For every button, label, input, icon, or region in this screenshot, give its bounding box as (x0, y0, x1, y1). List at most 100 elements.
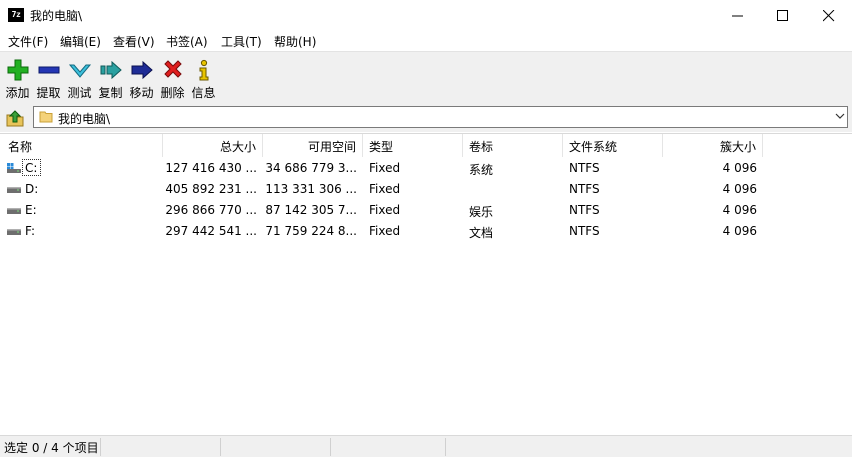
file-list[interactable]: 名称 总大小 可用空间 类型 卷标 文件系统 簇大小 C: 127 416 43… (0, 133, 852, 436)
column-header-free-space[interactable]: 可用空间 (263, 134, 363, 157)
test-button[interactable]: 测试 (64, 55, 95, 101)
minimize-button[interactable] (715, 0, 761, 31)
table-row[interactable]: F: 297 442 541 ... 71 759 224 8... Fixed… (0, 221, 852, 242)
column-header-type[interactable]: 类型 (363, 134, 463, 157)
column-header-volume-label-label: 卷标 (469, 140, 494, 154)
status-divider (330, 438, 331, 456)
close-button[interactable] (806, 0, 852, 31)
column-header-cluster-size-label: 簇大小 (719, 140, 756, 154)
menu-tools[interactable]: 工具(T) (221, 33, 262, 50)
menu-bar: 文件(F) 编辑(E) 查看(V) 书签(A) 工具(T) 帮助(H) (0, 31, 852, 51)
add-icon (7, 59, 29, 81)
column-header-file-system[interactable]: 文件系统 (563, 134, 663, 157)
extract-icon (38, 66, 60, 74)
column-header-total-size-label: 总大小 (219, 140, 256, 154)
info-button[interactable]: 信息 (188, 55, 219, 101)
drive-type: Fixed (369, 203, 401, 217)
file-system: NTFS (569, 224, 600, 238)
move-label: 移动 (129, 86, 154, 100)
chevron-down-icon[interactable] (835, 111, 845, 121)
total-size: 297 442 541 ... (165, 224, 257, 238)
drive-type: Fixed (369, 224, 401, 238)
maximize-button[interactable] (760, 0, 806, 31)
total-size: 405 892 231 ... (165, 182, 257, 196)
total-size: 296 866 770 ... (165, 203, 257, 217)
cluster-size: 4 096 (722, 203, 757, 217)
app-7zip-icon: 7z (8, 8, 24, 22)
window-title: 我的电脑\ (30, 9, 83, 23)
status-divider (445, 438, 446, 456)
address-row: 我的电脑\ (0, 103, 852, 132)
move-icon (131, 60, 153, 80)
maximize-icon (777, 10, 788, 21)
system-drive-icon (7, 163, 21, 173)
column-header-total-size[interactable]: 总大小 (163, 134, 263, 157)
minimize-icon (732, 15, 743, 17)
menu-file[interactable]: 文件(F) (8, 33, 48, 50)
move-button[interactable]: 移动 (126, 55, 157, 101)
column-header-name-label: 名称 (8, 140, 33, 154)
copy-button[interactable]: 复制 (95, 55, 126, 101)
table-row[interactable]: C: 127 416 430 ... 34 686 779 3... Fixed… (0, 158, 852, 179)
cluster-size: 4 096 (722, 224, 757, 238)
address-path: 我的电脑\ (58, 112, 111, 126)
drive-type: Fixed (369, 161, 401, 175)
file-system: NTFS (569, 161, 600, 175)
info-label: 信息 (191, 86, 216, 100)
extract-label: 提取 (36, 86, 61, 100)
folder-up-icon (6, 110, 24, 127)
column-header-volume-label[interactable]: 卷标 (463, 134, 563, 157)
test-label: 测试 (67, 86, 92, 100)
parent-folder-button[interactable] (4, 107, 26, 129)
add-label: 添加 (5, 86, 30, 100)
delete-label: 删除 (160, 86, 185, 100)
status-divider (220, 438, 221, 456)
extract-button[interactable]: 提取 (33, 55, 64, 101)
status-divider (100, 438, 101, 456)
test-icon (68, 64, 92, 78)
copy-icon (100, 60, 122, 80)
title-bar: 7z 我的电脑\ (0, 0, 852, 31)
volume-label: 娱乐 (469, 205, 494, 219)
file-system: NTFS (569, 203, 600, 217)
menu-edit[interactable]: 编辑(E) (60, 33, 101, 50)
address-combobox[interactable]: 我的电脑\ (33, 106, 848, 128)
free-space: 71 759 224 8... (265, 224, 357, 238)
cluster-size: 4 096 (722, 182, 757, 196)
info-icon (199, 59, 209, 81)
column-header-name[interactable]: 名称 (0, 134, 163, 157)
menu-view[interactable]: 查看(V) (113, 33, 155, 50)
column-header-type-label: 类型 (369, 140, 394, 154)
hard-drive-icon (7, 208, 21, 214)
drive-type: Fixed (369, 182, 401, 196)
folder-icon (39, 111, 53, 123)
volume-label: 文档 (469, 226, 494, 240)
hard-drive-icon (7, 187, 21, 193)
delete-icon (164, 60, 182, 78)
menu-bookmarks[interactable]: 书签(A) (166, 33, 208, 50)
file-system: NTFS (569, 182, 600, 196)
drive-name: F: (25, 224, 36, 238)
copy-label: 复制 (98, 86, 123, 100)
toolbar: 添加 提取 测试 复制 移动 删除 信息 (0, 51, 852, 103)
status-bar: 选定 0 / 4 个项目 (0, 435, 852, 457)
close-icon (823, 10, 835, 22)
column-header-file-system-label: 文件系统 (569, 140, 618, 154)
cluster-size: 4 096 (722, 161, 757, 175)
free-space: 87 142 305 7... (265, 203, 357, 217)
main-window: 7z 我的电脑\ 文件(F) 编辑(E) 查看(V) 书签(A) 工具(T) 帮… (0, 0, 852, 457)
menu-help[interactable]: 帮助(H) (274, 33, 316, 50)
total-size: 127 416 430 ... (165, 161, 257, 175)
hard-drive-icon (7, 229, 21, 235)
volume-label: 系统 (469, 163, 494, 177)
add-button[interactable]: 添加 (2, 55, 33, 101)
column-header-cluster-size[interactable]: 簇大小 (663, 134, 763, 157)
drive-name: E: (25, 203, 37, 217)
table-row[interactable]: D: 405 892 231 ... 113 331 306 ... Fixed… (0, 179, 852, 200)
drive-name: D: (25, 182, 39, 196)
drive-name: C: (25, 161, 38, 175)
table-row[interactable]: E: 296 866 770 ... 87 142 305 7... Fixed… (0, 200, 852, 221)
column-header-free-space-label: 可用空间 (307, 140, 356, 154)
free-space: 34 686 779 3... (265, 161, 357, 175)
delete-button[interactable]: 删除 (157, 55, 188, 101)
